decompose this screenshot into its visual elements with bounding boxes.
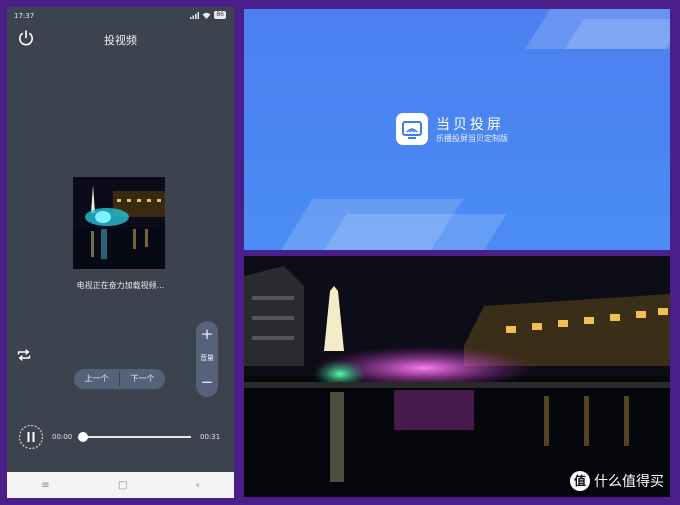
- page-title: 投视频: [104, 34, 137, 47]
- nav-menu-button[interactable]: ≡: [41, 480, 49, 491]
- video-thumbnail: [73, 177, 165, 269]
- night-fountain-image: [244, 256, 670, 497]
- fountain-thumbnail-image: [73, 177, 165, 269]
- volume-label: 音量: [200, 354, 214, 362]
- system-nav-bar: ≡ □ ‹: [7, 472, 234, 498]
- progress-knob[interactable]: [78, 432, 88, 442]
- previous-button[interactable]: 上一个: [74, 369, 119, 389]
- phone-screen: 17:37 86 投视频 电视正在奋力加载视频... + 音量 − 上一个 下一…: [7, 7, 234, 498]
- progress-track[interactable]: [83, 436, 191, 438]
- cast-icon: [396, 113, 428, 145]
- current-time: 00:00: [52, 433, 73, 441]
- tv-splash-screen: 当贝投屏 乐播投屏当贝定制版: [244, 9, 670, 250]
- watermark-badge: 值: [570, 471, 590, 491]
- watermark: 值 什么值得买: [570, 471, 664, 491]
- repeat-icon[interactable]: [16, 347, 32, 363]
- status-time: 17:37: [14, 12, 35, 20]
- decor-stripe: [321, 214, 507, 250]
- watermark-text: 什么值得买: [594, 474, 664, 490]
- play-pause-icon[interactable]: [18, 424, 44, 450]
- total-time: 00:31: [200, 433, 221, 441]
- prev-next-group: 上一个 下一个: [74, 369, 165, 389]
- nav-back-button[interactable]: ‹: [196, 480, 200, 491]
- app-subtitle: 乐播投屏当贝定制版: [436, 134, 508, 143]
- status-icons: 86: [190, 11, 226, 19]
- battery-icon: 86: [214, 11, 226, 19]
- volume-up-button[interactable]: +: [196, 327, 218, 342]
- signal-icon: [190, 11, 200, 19]
- fountain-photo: 值 什么值得买: [244, 256, 670, 497]
- loading-status-text: 电视正在奋力加载视频...: [76, 281, 165, 290]
- wifi-icon: [202, 12, 211, 19]
- app-name: 当贝投屏: [436, 117, 504, 133]
- next-button[interactable]: 下一个: [120, 369, 165, 389]
- status-bar: 17:37 86: [7, 7, 234, 25]
- decor-stripe: [564, 19, 670, 49]
- nav-home-button[interactable]: □: [118, 480, 127, 491]
- volume-down-button[interactable]: −: [196, 375, 218, 390]
- volume-control: + 音量 −: [196, 321, 218, 397]
